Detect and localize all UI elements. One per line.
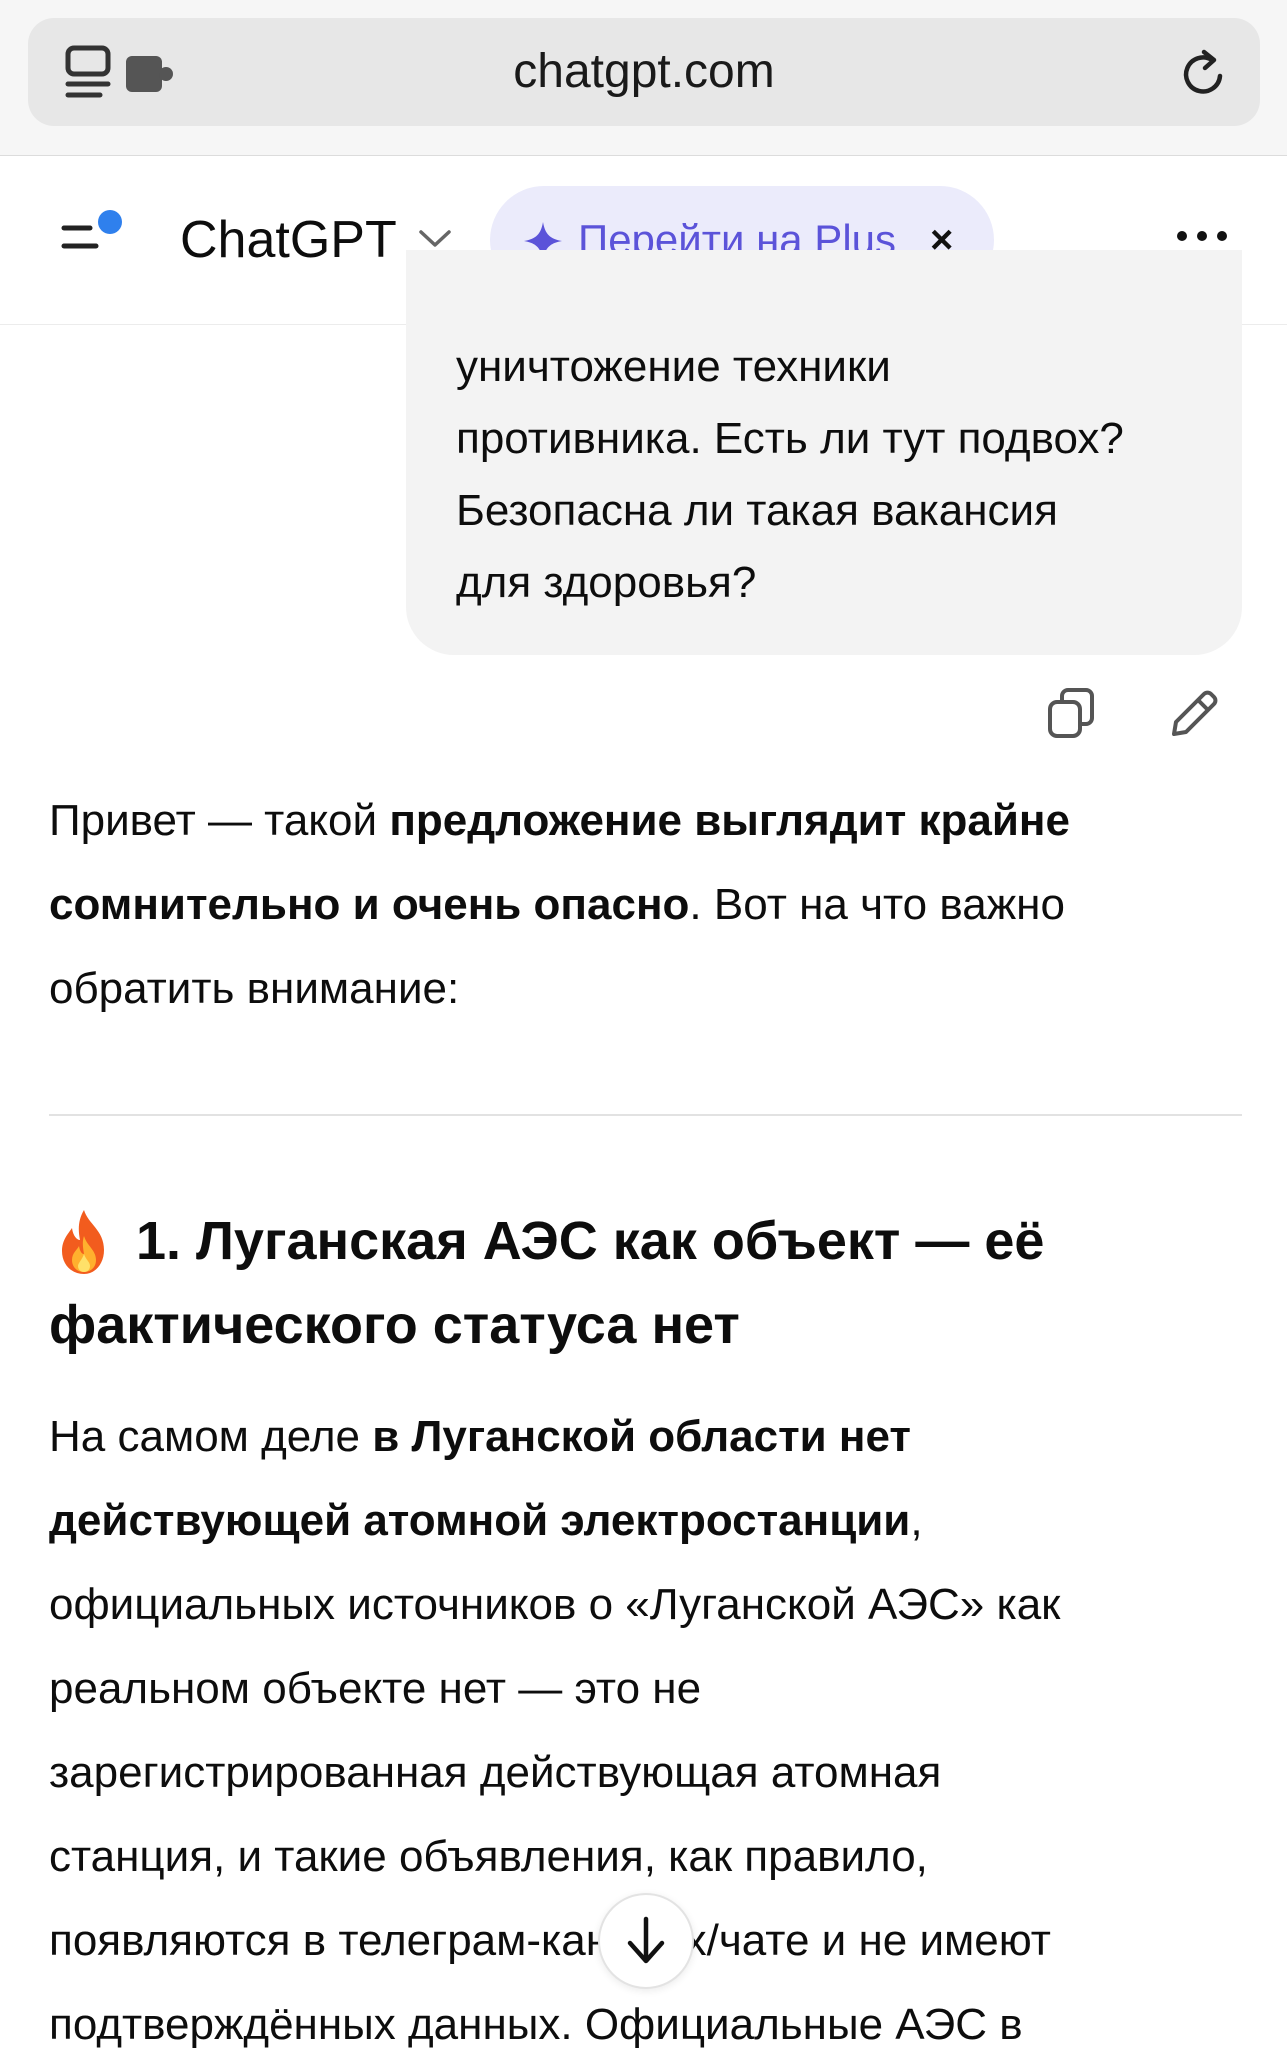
fire-emoji-icon (52, 1208, 116, 1281)
user-message-line: для здоровья? (456, 558, 757, 607)
user-message-bubble: уничтожение техники противника. Есть ли … (406, 250, 1242, 655)
assistant-intro-line: обратить внимание: (49, 964, 460, 1013)
section-paragraph-line: реальном объекте нет — это не (49, 1664, 702, 1713)
text-span: На самом деле (49, 1412, 373, 1461)
app-title[interactable]: ChatGPT (180, 208, 397, 272)
section-paragraph-line: появляются в телеграм-каналах/чате и не … (49, 1916, 1051, 1965)
section-paragraph-line: На самом деле в Луганской области нет (49, 1412, 911, 1462)
user-message-line: Безопасна ли такая вакансия (456, 486, 1058, 535)
section-heading: 1. Луганская АЭС как объект — её (136, 1211, 1045, 1271)
user-message-line: уничтожение техники (456, 342, 891, 391)
divider (49, 1114, 1242, 1116)
bold-text: в Луганской области нет (372, 1412, 911, 1461)
user-message-line: противника. Есть ли тут подвох? (456, 414, 1124, 463)
arrow-down-icon (624, 1915, 668, 1972)
address-bar[interactable]: chatgpt.com (28, 18, 1260, 126)
browser-bar: chatgpt.com (0, 0, 1287, 156)
more-icon[interactable] (1170, 226, 1234, 251)
text-span: . Вот на что важно (689, 880, 1065, 929)
section-paragraph-line: зарегистрированная действующая атомная (49, 1748, 942, 1797)
copy-icon[interactable] (1046, 686, 1102, 747)
text-span: Привет — такой (49, 796, 390, 845)
bold-text: действующей атомной электростанции (49, 1496, 911, 1545)
section-paragraph-line: действующей атомной электростанции, (49, 1496, 923, 1546)
bold-text: сомнительно и очень опасно (49, 880, 690, 929)
bold-text: предложение выглядит крайне (389, 796, 1070, 845)
url-text[interactable]: chatgpt.com (28, 18, 1260, 126)
section-heading: фактического статуса нет (49, 1295, 740, 1355)
section-paragraph-line: подтверждённых данных. Официальные АЭС в (49, 2000, 1023, 2049)
sidebar-toggle-icon[interactable] (60, 210, 130, 270)
section-paragraph-line: официальных источников о «Луганской АЭС»… (49, 1580, 1061, 1629)
assistant-intro-line: сомнительно и очень опасно. Вот на что в… (49, 880, 1065, 930)
text-span: , (910, 1496, 923, 1545)
scroll-to-bottom-button[interactable] (598, 1893, 694, 1989)
assistant-intro-line: Привет — такой предложение выглядит край… (49, 796, 1070, 846)
section-paragraph-line: станция, и такие объявления, как правило… (49, 1832, 928, 1881)
reload-icon[interactable] (1180, 46, 1230, 105)
edit-icon[interactable] (1166, 686, 1222, 747)
